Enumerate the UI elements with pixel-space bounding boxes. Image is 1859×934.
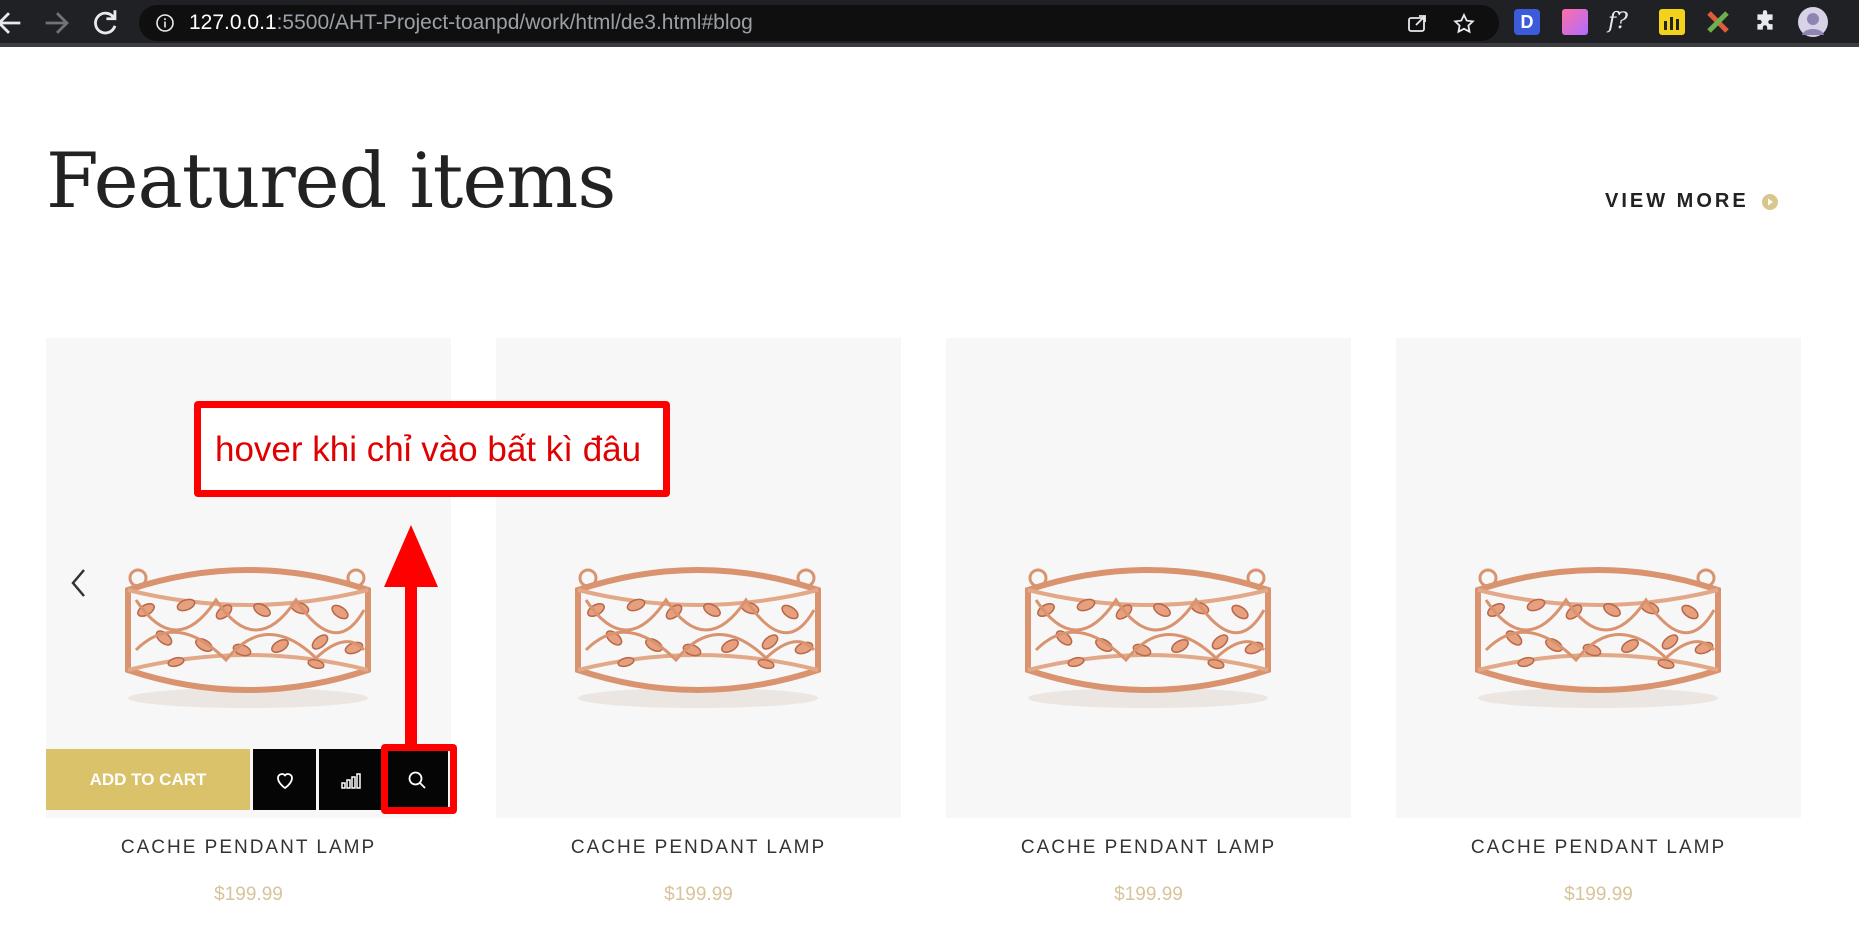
compare-button[interactable] xyxy=(319,749,382,810)
annotation-arrow xyxy=(384,525,438,750)
product-name[interactable]: CACHE PENDANT LAMP xyxy=(946,837,1351,859)
d-extension-icon[interactable]: D xyxy=(1514,9,1540,35)
puzzle-icon[interactable] xyxy=(1752,9,1778,35)
product-price: $199.99 xyxy=(664,884,733,905)
url-text[interactable]: 127.0.0.1:5500/AHT-Project-toanpd/work/h… xyxy=(189,5,753,41)
fx-extension-icon[interactable]: f? xyxy=(1608,9,1642,35)
bar-chart-icon xyxy=(340,772,361,789)
reload-icon[interactable] xyxy=(88,6,122,40)
url-host: 127.0.0.1 xyxy=(189,11,277,34)
cross-extension-icon[interactable] xyxy=(1705,9,1731,35)
info-icon[interactable] xyxy=(155,13,175,33)
product-image[interactable] xyxy=(1396,338,1801,818)
gradient-extension-icon[interactable] xyxy=(1562,9,1588,35)
d-extension-label: D xyxy=(1520,12,1534,32)
address-bar[interactable]: 127.0.0.1:5500/AHT-Project-toanpd/work/h… xyxy=(139,5,1499,41)
wishlist-button[interactable] xyxy=(253,749,316,810)
view-more-label: VIEW MORE xyxy=(1605,190,1749,212)
back-icon[interactable] xyxy=(0,6,26,40)
product-price: $199.99 xyxy=(1564,884,1633,905)
forward-icon[interactable] xyxy=(40,6,74,40)
product-image[interactable] xyxy=(946,338,1351,818)
product-price: $199.99 xyxy=(214,884,283,905)
bracelet-image xyxy=(116,550,380,710)
browser-toolbar: 127.0.0.1:5500/AHT-Project-toanpd/work/h… xyxy=(0,0,1859,47)
play-circle-icon xyxy=(1761,193,1778,210)
url-path: :5500/AHT-Project-toanpd/work/html/de3.h… xyxy=(276,11,753,34)
share-icon[interactable] xyxy=(1405,12,1429,36)
page-title: Featured items xyxy=(46,136,616,225)
annotation-highlight xyxy=(381,744,457,814)
bracelet-image xyxy=(1016,550,1280,710)
bracelet-image xyxy=(1466,550,1730,710)
product-card[interactable]: CACHE PENDANT LAMP $199.99 xyxy=(946,338,1351,906)
product-card[interactable]: CACHE PENDANT LAMP $199.99 xyxy=(1396,338,1801,906)
product-name[interactable]: CACHE PENDANT LAMP xyxy=(46,837,451,859)
profile-avatar[interactable] xyxy=(1798,7,1828,37)
chart-extension-icon[interactable] xyxy=(1659,9,1685,35)
add-to-cart-button[interactable]: ADD TO CART xyxy=(46,749,250,810)
fx-extension-label: f? xyxy=(1608,9,1628,34)
product-name[interactable]: CACHE PENDANT LAMP xyxy=(496,837,901,859)
bracelet-image xyxy=(566,550,830,710)
chevron-left-icon[interactable] xyxy=(68,566,90,600)
product-price: $199.99 xyxy=(1114,884,1183,905)
bookmark-star-icon[interactable] xyxy=(1452,12,1476,36)
annotation-box: hover khi chỉ vào bất kì đâu xyxy=(194,401,670,497)
view-more-link[interactable]: VIEW MORE xyxy=(1605,190,1779,213)
annotation-text: hover khi chỉ vào bất kì đâu xyxy=(215,430,642,469)
heart-icon xyxy=(276,772,293,789)
product-name[interactable]: CACHE PENDANT LAMP xyxy=(1396,837,1801,859)
